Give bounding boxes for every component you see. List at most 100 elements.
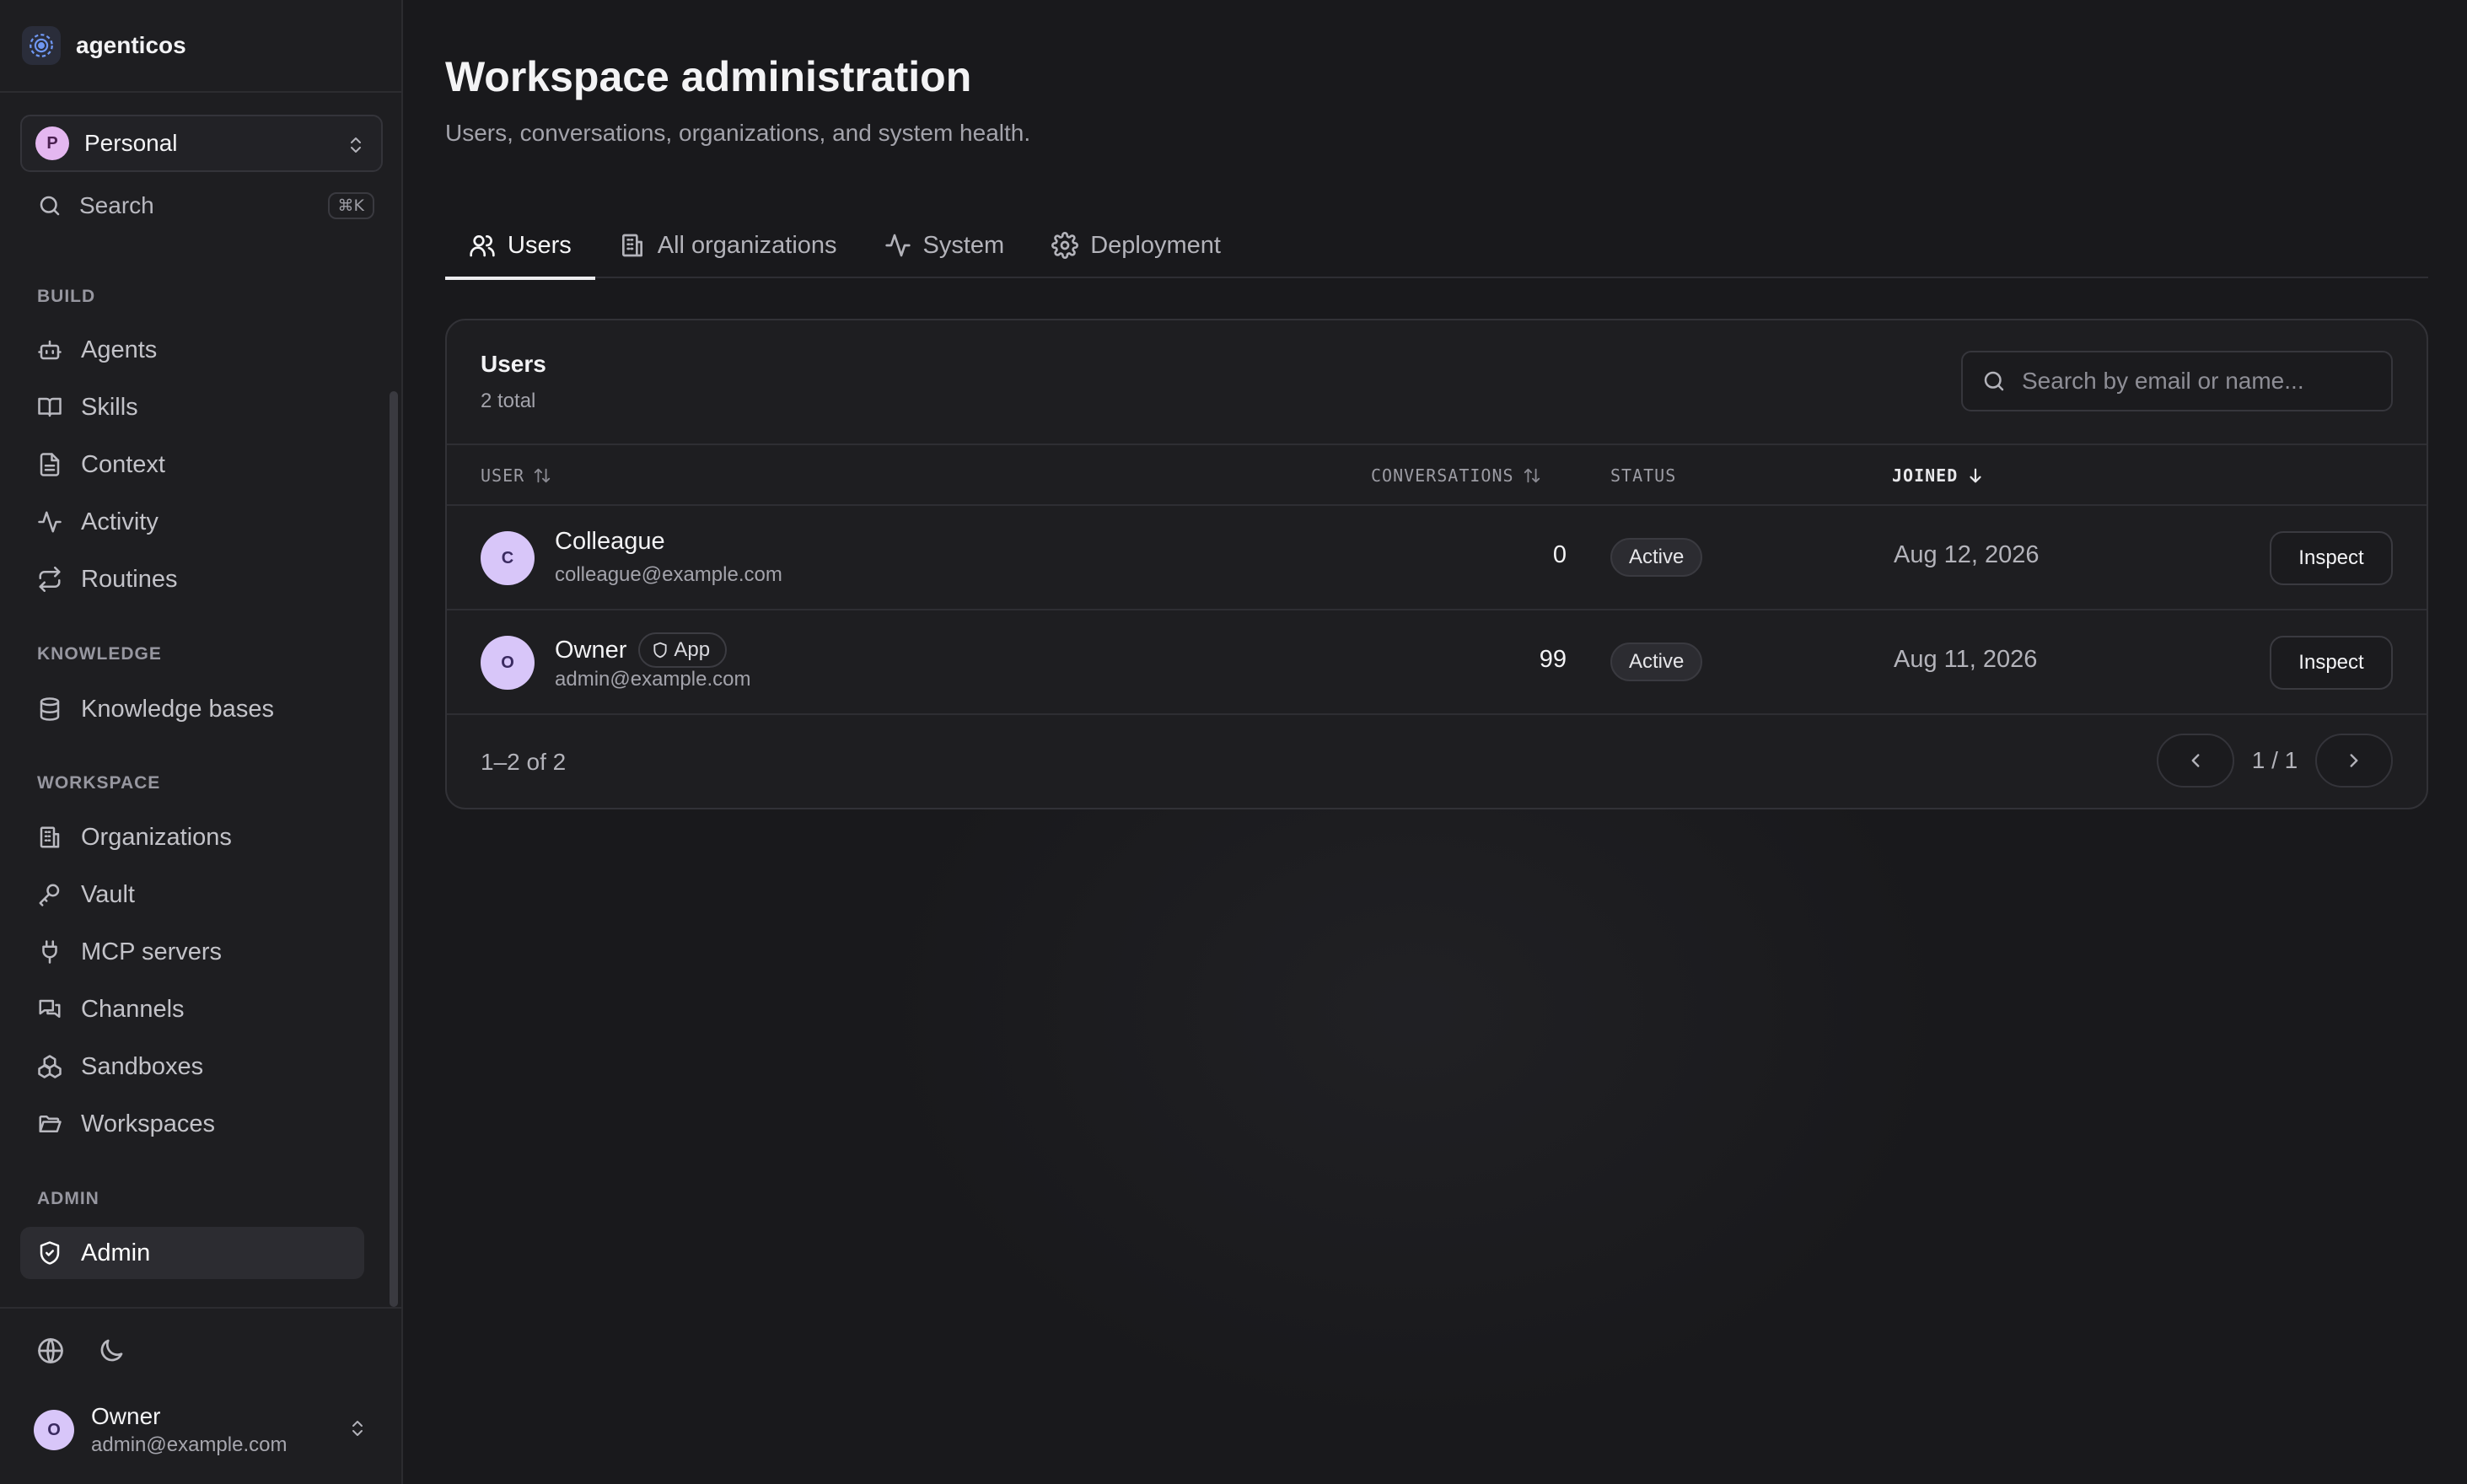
moon-icon[interactable]: [96, 1336, 126, 1366]
search-shortcut: ⌘K: [327, 192, 374, 219]
chevrons-up-down-icon: [346, 133, 366, 157]
current-user-email: admin@example.com: [91, 1433, 288, 1456]
shield-icon: [652, 642, 669, 659]
sidebar-item-label: Channels: [81, 995, 185, 1023]
search-label: Search: [79, 192, 154, 218]
sidebar-item-routines[interactable]: Routines: [20, 553, 364, 605]
sidebar-item-organizations[interactable]: Organizations: [20, 811, 364, 863]
user-name: Owner App: [555, 632, 728, 668]
sidebar-item-vault[interactable]: Vault: [20, 868, 364, 921]
sidebar-item-label: Activity: [81, 508, 159, 535]
sidebar-item-label: Admin: [81, 1239, 151, 1266]
sidebar-item-label: Routines: [81, 565, 178, 593]
pagination-range: 1–2 of 2: [481, 749, 567, 775]
tab-deployment[interactable]: Deployment: [1028, 212, 1244, 278]
sort-icon: [1523, 466, 1541, 485]
plug-icon: [37, 939, 62, 965]
sidebar-scrollbar[interactable]: [390, 391, 398, 1307]
sidebar-item-label: MCP servers: [81, 938, 223, 965]
sidebar-item-workspaces[interactable]: Workspaces: [20, 1098, 364, 1150]
page-title: Workspace administration: [445, 53, 972, 100]
org-avatar: P: [35, 126, 69, 160]
sidebar-item-label: Context: [81, 450, 165, 478]
tab-label: Users: [508, 231, 572, 259]
column-header-joined[interactable]: JOINED: [1892, 465, 1985, 486]
page-subtitle: Users, conversations, organizations, and…: [445, 120, 1031, 146]
sidebar-item-admin[interactable]: Admin: [20, 1227, 364, 1279]
chevron-left-icon: [2185, 750, 2206, 772]
sidebar-item-context[interactable]: Context: [20, 438, 364, 491]
column-header-status: STATUS: [1610, 465, 1676, 486]
globe-icon[interactable]: [35, 1336, 66, 1366]
table-row: C Colleague colleague@example.com 0 Acti…: [447, 506, 2427, 610]
sidebar-item-label: Workspaces: [81, 1110, 216, 1137]
file-text-icon: [37, 452, 62, 477]
sidebar-item-activity[interactable]: Activity: [20, 496, 364, 548]
user-name: Colleague: [555, 528, 665, 556]
avatar: O: [481, 636, 535, 690]
pagination: 1 / 1: [2157, 734, 2393, 788]
arrow-down-icon: [1966, 466, 1985, 485]
user-name-text: Owner: [555, 636, 627, 664]
messages-icon: [37, 997, 62, 1022]
column-label: CONVERSATIONS: [1371, 465, 1514, 486]
sidebar-item-label: Skills: [81, 393, 138, 421]
tab-label: Deployment: [1090, 231, 1221, 259]
sidebar-item-label: Sandboxes: [81, 1052, 204, 1080]
sidebar-item-sandboxes[interactable]: Sandboxes: [20, 1040, 364, 1093]
page-indicator: 1 / 1: [2251, 747, 2298, 773]
user-search-input[interactable]: [2022, 368, 2376, 395]
repeat-icon: [37, 567, 62, 592]
tab-users[interactable]: Users: [445, 212, 595, 280]
sidebar-search[interactable]: Search ⌘K: [20, 184, 374, 228]
user-search[interactable]: [1961, 351, 2393, 411]
current-user[interactable]: O Owner admin@example.com: [34, 1403, 287, 1457]
tab-system[interactable]: System: [861, 212, 1029, 278]
user-name-text: Colleague: [555, 528, 665, 555]
building-icon: [37, 825, 62, 850]
avatar: C: [481, 531, 535, 585]
sort-icon: [533, 466, 551, 485]
sidebar-item-channels[interactable]: Channels: [20, 983, 364, 1035]
admin-tabs: Users All organizations System Deploymen…: [445, 212, 2428, 280]
chevrons-up-down-icon[interactable]: [347, 1417, 368, 1440]
column-label: USER: [481, 465, 525, 486]
tab-label: System: [922, 231, 1005, 259]
bot-icon: [37, 337, 62, 363]
column-label: JOINED: [1892, 465, 1959, 486]
status-badge: Active: [1610, 538, 1703, 577]
table-footer: 1–2 of 2 1 / 1: [447, 713, 2427, 809]
inspect-button[interactable]: Inspect: [2270, 531, 2393, 585]
folder-open-icon: [37, 1111, 62, 1137]
column-header-conversations[interactable]: CONVERSATIONS: [1371, 465, 1541, 486]
current-user-name: Owner: [91, 1403, 161, 1429]
book-open-icon: [37, 395, 62, 420]
conversation-count: 99: [1539, 646, 1567, 673]
activity-icon: [884, 232, 911, 259]
status-badge: Active: [1610, 643, 1703, 681]
user-email: admin@example.com: [555, 668, 751, 691]
sidebar-item-label: Organizations: [81, 823, 232, 851]
column-header-user[interactable]: USER: [481, 465, 551, 486]
prev-page-button[interactable]: [2157, 734, 2234, 788]
joined-date: Aug 11, 2026: [1894, 646, 2038, 673]
next-page-button[interactable]: [2315, 734, 2393, 788]
main-content: Workspace administration Users, conversa…: [403, 0, 2467, 1484]
card-title: Users: [481, 351, 546, 377]
section-label-knowledge: KNOWLEDGE: [37, 644, 162, 664]
sidebar-item-knowledge-bases[interactable]: Knowledge bases: [20, 683, 364, 735]
table-row: O Owner App admin@example.com 99 Active …: [447, 610, 2427, 715]
org-switcher[interactable]: P Personal: [20, 115, 383, 172]
users-icon: [469, 232, 496, 259]
sidebar-item-skills[interactable]: Skills: [20, 381, 364, 433]
inspect-button[interactable]: Inspect: [2270, 636, 2393, 690]
boxes-icon: [37, 1054, 62, 1079]
app-root: agenticos P Personal Search ⌘K BUILD Age…: [0, 0, 2467, 1484]
sidebar-item-agents[interactable]: Agents: [20, 324, 364, 376]
chevron-right-icon: [2343, 750, 2365, 772]
sidebar: agenticos P Personal Search ⌘K BUILD Age…: [0, 0, 403, 1484]
sidebar-item-label: Agents: [81, 336, 158, 363]
sidebar-item-mcp-servers[interactable]: MCP servers: [20, 926, 364, 978]
brand[interactable]: agenticos: [0, 0, 401, 93]
tab-all-organizations[interactable]: All organizations: [595, 212, 861, 278]
